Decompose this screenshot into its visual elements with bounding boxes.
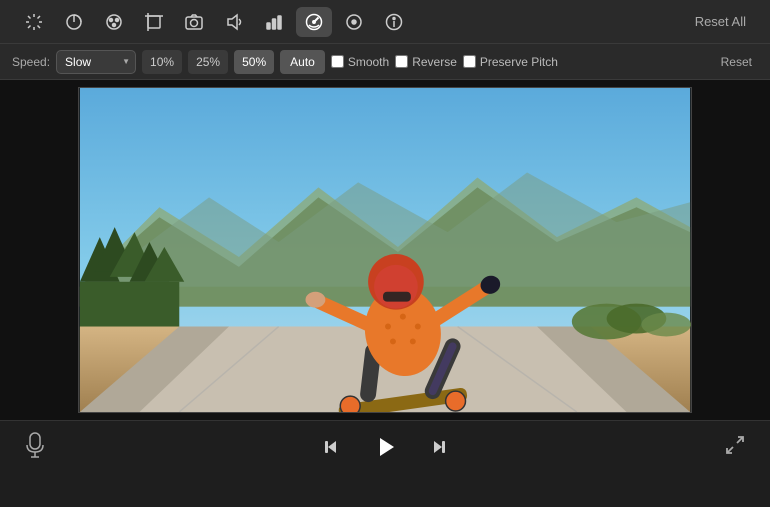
smooth-checkbox[interactable]	[331, 55, 344, 68]
speed-dropdown[interactable]: Slow Normal Fast Custom	[56, 50, 136, 74]
color-palette-btn[interactable]	[96, 7, 132, 37]
preserve-pitch-toggle[interactable]: Preserve Pitch	[463, 55, 558, 69]
camera-tool-btn[interactable]	[176, 7, 212, 37]
video-frame	[78, 87, 692, 413]
video-area	[0, 80, 770, 420]
info-tool-btn[interactable]	[376, 7, 412, 37]
speed-50pct-btn[interactable]: 50%	[234, 50, 274, 74]
reset-all-button[interactable]: Reset All	[687, 10, 754, 33]
chart-tool-btn[interactable]	[256, 7, 292, 37]
play-button[interactable]	[367, 429, 403, 465]
shape-tool-btn[interactable]	[336, 7, 372, 37]
preserve-pitch-label: Preserve Pitch	[480, 55, 558, 69]
fullscreen-button[interactable]	[724, 434, 746, 459]
crop-tool-btn[interactable]	[136, 7, 172, 37]
speed-auto-btn[interactable]: Auto	[280, 50, 325, 74]
sparkle-tool-btn[interactable]	[16, 7, 52, 37]
transport-bar	[0, 420, 770, 472]
speed-10pct-btn[interactable]: 10%	[142, 50, 182, 74]
smooth-label: Smooth	[348, 55, 389, 69]
video-scene	[79, 88, 691, 412]
mic-button[interactable]	[24, 432, 46, 461]
speed-label: Speed:	[12, 55, 50, 69]
smooth-toggle[interactable]: Smooth	[331, 55, 389, 69]
audio-tool-btn[interactable]	[216, 7, 252, 37]
reverse-label: Reverse	[412, 55, 457, 69]
transport-controls	[315, 429, 455, 465]
preserve-pitch-checkbox[interactable]	[463, 55, 476, 68]
speed-dropdown-wrapper[interactable]: Slow Normal Fast Custom	[56, 50, 136, 74]
speed-reset-btn[interactable]: Reset	[715, 53, 758, 71]
reverse-checkbox[interactable]	[395, 55, 408, 68]
skip-forward-button[interactable]	[423, 431, 455, 463]
speed-25pct-btn[interactable]: 25%	[188, 50, 228, 74]
skip-back-button[interactable]	[315, 431, 347, 463]
reverse-toggle[interactable]: Reverse	[395, 55, 457, 69]
top-toolbar: Reset All	[0, 0, 770, 44]
color-wheel-btn[interactable]	[56, 7, 92, 37]
speed-tool-btn[interactable]	[296, 7, 332, 37]
speed-toolbar: Speed: Slow Normal Fast Custom 10% 25% 5…	[0, 44, 770, 80]
